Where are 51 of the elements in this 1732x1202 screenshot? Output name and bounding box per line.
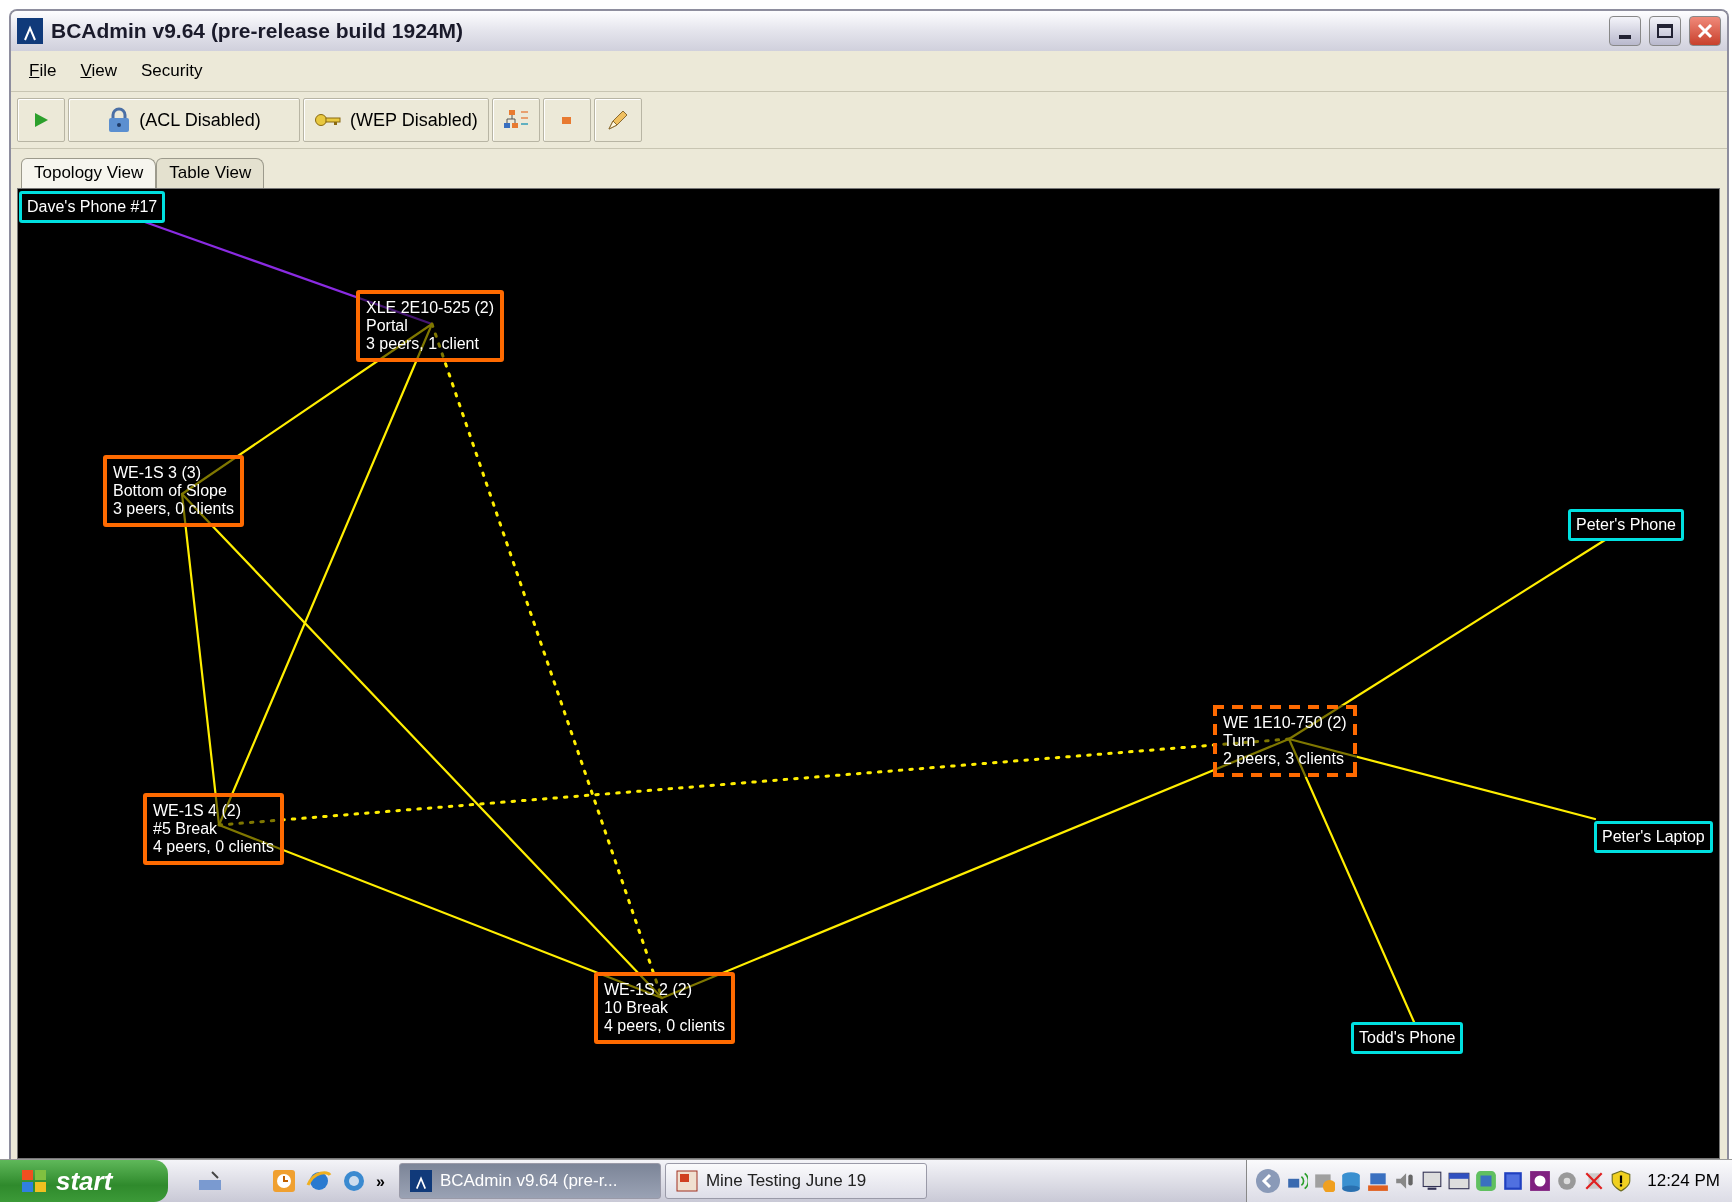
access-point-node[interactable]: WE 1E10-750 (2) Turn 2 peers, 3 clients xyxy=(1213,705,1357,777)
client-node[interactable]: Peter's Laptop xyxy=(1594,821,1713,853)
view-tab[interactable]: Topology View xyxy=(21,158,157,188)
client-node[interactable]: Dave's Phone #17 xyxy=(19,191,166,223)
app-logo-icon xyxy=(17,18,43,44)
minimize-icon xyxy=(1619,35,1631,39)
close-button[interactable] xyxy=(1689,16,1721,46)
access-point-node[interactable]: WE-1S 4 (2) #5 Break 4 peers, 0 clients xyxy=(143,793,284,865)
client-node[interactable]: Todd's Phone xyxy=(1351,1022,1464,1054)
lock-icon xyxy=(107,107,132,133)
view-tab[interactable]: Table View xyxy=(156,158,265,188)
menu-item[interactable]: File xyxy=(19,57,67,85)
access-point-node[interactable]: WE-1S 2 (2) 10 Break 4 peers, 0 clients xyxy=(594,972,735,1044)
layout-icon xyxy=(502,109,529,131)
play-icon xyxy=(32,111,50,129)
browser-icon[interactable] xyxy=(306,1169,332,1193)
windows-logo-icon xyxy=(20,1168,48,1194)
document-icon xyxy=(675,1170,698,1192)
maximize-icon xyxy=(1656,23,1674,39)
window-title: BCAdmin v9.64 (pre-release build 1924M) xyxy=(51,19,464,43)
menu-item[interactable]: Security xyxy=(130,57,213,85)
shield-icon[interactable] xyxy=(1610,1170,1633,1192)
maximize-button[interactable] xyxy=(1649,16,1681,46)
taskbar-button[interactable]: Mine Testing June 19 xyxy=(664,1163,927,1199)
computer-icon[interactable] xyxy=(1367,1170,1390,1192)
more-button[interactable]: » xyxy=(376,1173,385,1191)
key-icon xyxy=(314,112,342,128)
close-icon xyxy=(1696,22,1714,40)
minimize-button[interactable] xyxy=(1609,16,1641,46)
chevron-icon[interactable] xyxy=(1255,1168,1282,1194)
toolbar-button[interactable] xyxy=(542,98,591,142)
access-point-node[interactable]: XLE 2E10-525 (2) Portal 3 peers, 1 client xyxy=(356,290,505,362)
toolbar-button[interactable] xyxy=(491,98,540,142)
start-button[interactable]: start xyxy=(0,1160,168,1202)
database-icon[interactable] xyxy=(1340,1170,1363,1192)
acl-button[interactable]: (ACL Disabled) xyxy=(68,98,300,142)
square-icon xyxy=(562,116,572,124)
clock: 12:24 PM xyxy=(1647,1171,1720,1191)
client-node[interactable]: Peter's Phone xyxy=(1568,509,1684,541)
book-icon[interactable] xyxy=(1502,1170,1525,1192)
menu-item[interactable]: View xyxy=(70,57,127,85)
display-icon[interactable] xyxy=(1448,1170,1471,1192)
access-point-node[interactable]: WE-1S 3 (3) Bottom of Slope 3 peers, 0 clients xyxy=(103,455,244,527)
play-button[interactable] xyxy=(17,98,65,142)
network-icon[interactable] xyxy=(1286,1170,1309,1192)
wep-button[interactable]: (WEP Disabled) xyxy=(303,98,489,142)
monitor-icon[interactable] xyxy=(1421,1170,1444,1192)
clock-icon[interactable] xyxy=(272,1169,296,1193)
app-logo-icon xyxy=(409,1170,432,1192)
ring-icon[interactable] xyxy=(1529,1170,1552,1192)
grid-icon[interactable] xyxy=(1475,1170,1498,1192)
